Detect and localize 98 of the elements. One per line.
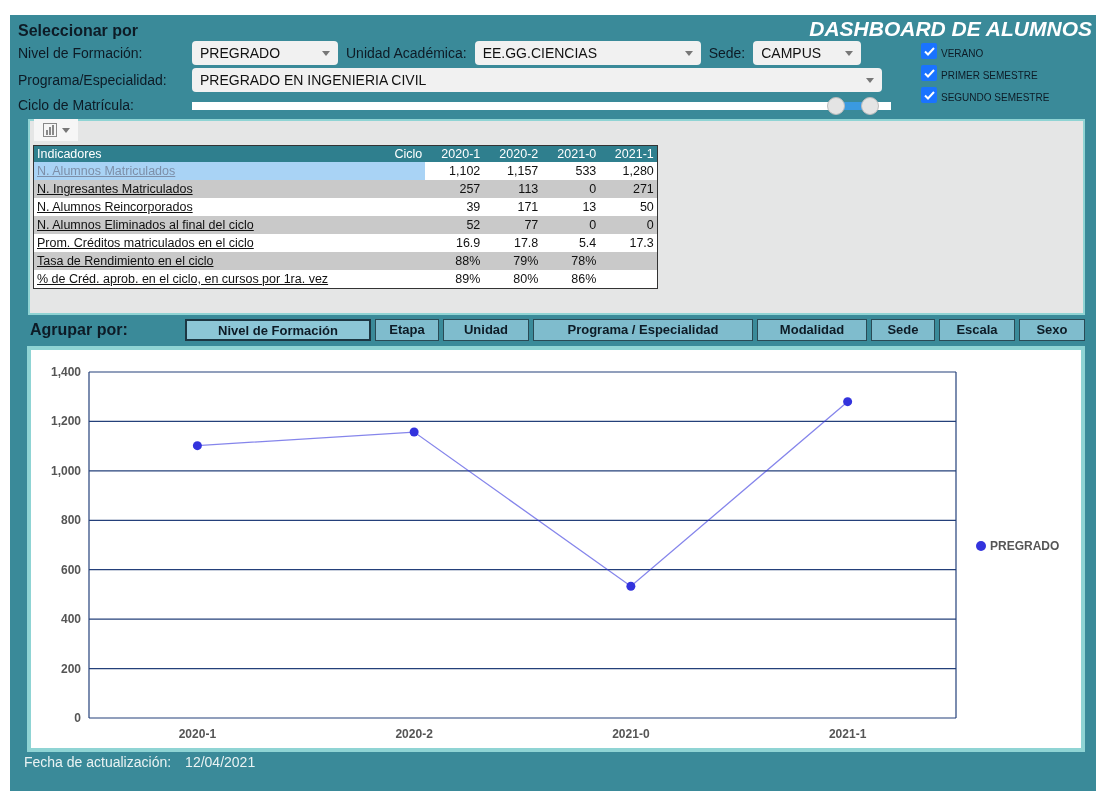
field-label: Ciclo de Matrícula: bbox=[18, 96, 135, 115]
field-label: Unidad Académica: bbox=[346, 43, 467, 63]
y-tick-label: 0 bbox=[74, 711, 81, 725]
y-tick-label: 800 bbox=[60, 513, 81, 528]
group-by-label: Agrupar por: bbox=[29, 320, 129, 340]
data-point bbox=[626, 581, 636, 591]
table-cell: 1,102 bbox=[425, 162, 484, 180]
caret-icon bbox=[866, 77, 874, 83]
group-tab[interactable]: Sexo bbox=[1019, 319, 1085, 341]
column-header: Indicadores bbox=[33, 145, 392, 162]
column-header: 2020-1 bbox=[425, 145, 484, 162]
checkbox[interactable] bbox=[921, 65, 937, 81]
indicator-link[interactable]: Prom. Créditos matriculados en el ciclo bbox=[33, 234, 426, 252]
x-tick-label: 2021-0 bbox=[612, 727, 650, 741]
data-point bbox=[843, 397, 853, 407]
caret-icon bbox=[845, 50, 854, 56]
group-tab[interactable]: Sede bbox=[871, 319, 935, 341]
slider-thumb[interactable] bbox=[861, 96, 879, 115]
checkbox-label: PRIMER SEMESTRE bbox=[941, 70, 1038, 81]
table-cell: 39 bbox=[425, 198, 484, 216]
indicator-link[interactable]: N. Alumnos Eliminados al final del ciclo bbox=[33, 216, 426, 234]
table-cell: 1,157 bbox=[483, 162, 542, 180]
y-tick-label: 600 bbox=[60, 562, 81, 577]
checkbox-label: VERANO bbox=[941, 48, 984, 59]
group-tab[interactable]: Modalidad bbox=[757, 319, 867, 341]
table-cell: 86% bbox=[541, 270, 600, 289]
checkbox-label: SEGUNDO SEMESTRE bbox=[941, 92, 1050, 103]
table-cell: 0 bbox=[541, 216, 600, 234]
update-date-label: Fecha de actualización: bbox=[24, 754, 172, 771]
field-label: Sede: bbox=[708, 43, 746, 63]
checkbox[interactable] bbox=[921, 87, 937, 103]
indicator-link[interactable]: N. Ingresantes Matriculados bbox=[33, 180, 426, 198]
dropdown[interactable]: PREGRADO bbox=[192, 41, 338, 65]
table-cell: 1,280 bbox=[599, 162, 658, 180]
y-tick-label: 200 bbox=[60, 661, 81, 676]
check-icon bbox=[923, 68, 935, 78]
table-cell: 89% bbox=[425, 270, 484, 289]
slider-thumb[interactable] bbox=[827, 96, 846, 115]
table-cell: 77 bbox=[483, 216, 542, 234]
table-cell bbox=[599, 270, 658, 289]
group-tab[interactable]: Unidad bbox=[443, 319, 529, 341]
x-tick-label: 2021-1 bbox=[828, 727, 867, 741]
table-cell: 5.4 bbox=[541, 234, 600, 252]
table-cell: 50 bbox=[599, 198, 658, 216]
group-tab[interactable]: Programa / Especialidad bbox=[533, 319, 753, 341]
caret-icon bbox=[322, 50, 330, 56]
bar-chart-icon bbox=[42, 123, 57, 137]
field-label: Nivel de Formación: bbox=[18, 43, 144, 63]
caret-icon bbox=[61, 127, 70, 133]
column-header: 2020-2 bbox=[483, 145, 542, 162]
y-tick-label: 1,000 bbox=[50, 463, 81, 478]
table-cell: 88% bbox=[425, 252, 484, 270]
check-icon bbox=[923, 90, 935, 100]
column-header: Ciclo bbox=[391, 145, 426, 162]
section-title: Seleccionar por bbox=[18, 21, 139, 41]
x-tick-label: 2020-1 bbox=[178, 727, 217, 741]
indicator-link[interactable]: Tasa de Rendimiento en el ciclo bbox=[33, 252, 426, 270]
table-cell: 257 bbox=[425, 180, 484, 198]
data-point bbox=[192, 441, 202, 451]
dropdown[interactable]: CAMPUS bbox=[753, 41, 862, 65]
table-cell: 80% bbox=[483, 270, 542, 289]
table-cell: 533 bbox=[541, 162, 600, 180]
data-point bbox=[409, 427, 419, 437]
field-label: Programa/Especialidad: bbox=[18, 70, 168, 90]
table-cell: 16.9 bbox=[425, 234, 484, 252]
group-tab[interactable]: Etapa bbox=[375, 319, 439, 341]
update-date: 12/04/2021 bbox=[185, 754, 256, 771]
table-cell: 171 bbox=[483, 198, 542, 216]
y-tick-label: 1,400 bbox=[50, 365, 81, 379]
legend-label: PREGRADO bbox=[990, 539, 1060, 553]
indicator-link[interactable]: % de Créd. aprob. en el ciclo, en cursos por 1ra. vez bbox=[33, 270, 426, 289]
legend-marker bbox=[976, 541, 986, 551]
table-cell: 113 bbox=[483, 180, 542, 198]
table-cell: 0 bbox=[599, 216, 658, 234]
column-header: 2021-1 bbox=[599, 145, 658, 162]
x-tick-label: 2020-2 bbox=[395, 727, 433, 741]
caret-icon bbox=[684, 50, 693, 56]
table-cell: 17.8 bbox=[483, 234, 542, 252]
table-cell: 78% bbox=[541, 252, 600, 270]
table-cell: 0 bbox=[541, 180, 600, 198]
indicator-link[interactable]: N. Alumnos Reincorporados bbox=[33, 198, 426, 216]
checkbox[interactable] bbox=[921, 43, 937, 59]
y-tick-label: 400 bbox=[60, 612, 81, 627]
table-cell bbox=[599, 252, 658, 270]
y-tick-label: 1,200 bbox=[50, 414, 81, 429]
table-cell: 79% bbox=[483, 252, 542, 270]
chart-menu-button[interactable] bbox=[34, 119, 78, 141]
group-tab[interactable]: Escala bbox=[939, 319, 1015, 341]
table-cell: 13 bbox=[541, 198, 600, 216]
group-tab[interactable]: Nivel de Formación bbox=[185, 319, 371, 341]
table-cell: 52 bbox=[425, 216, 484, 234]
column-header: 2021-0 bbox=[541, 145, 600, 162]
table-cell: 271 bbox=[599, 180, 658, 198]
dashboard-title: DASHBOARD DE ALUMNOS bbox=[809, 17, 1092, 41]
dropdown[interactable]: PREGRADO EN INGENIERIA CIVIL bbox=[192, 68, 882, 92]
dropdown[interactable]: EE.GG.CIENCIAS bbox=[474, 41, 701, 65]
table-cell: 17.3 bbox=[599, 234, 658, 252]
check-icon bbox=[923, 46, 935, 56]
